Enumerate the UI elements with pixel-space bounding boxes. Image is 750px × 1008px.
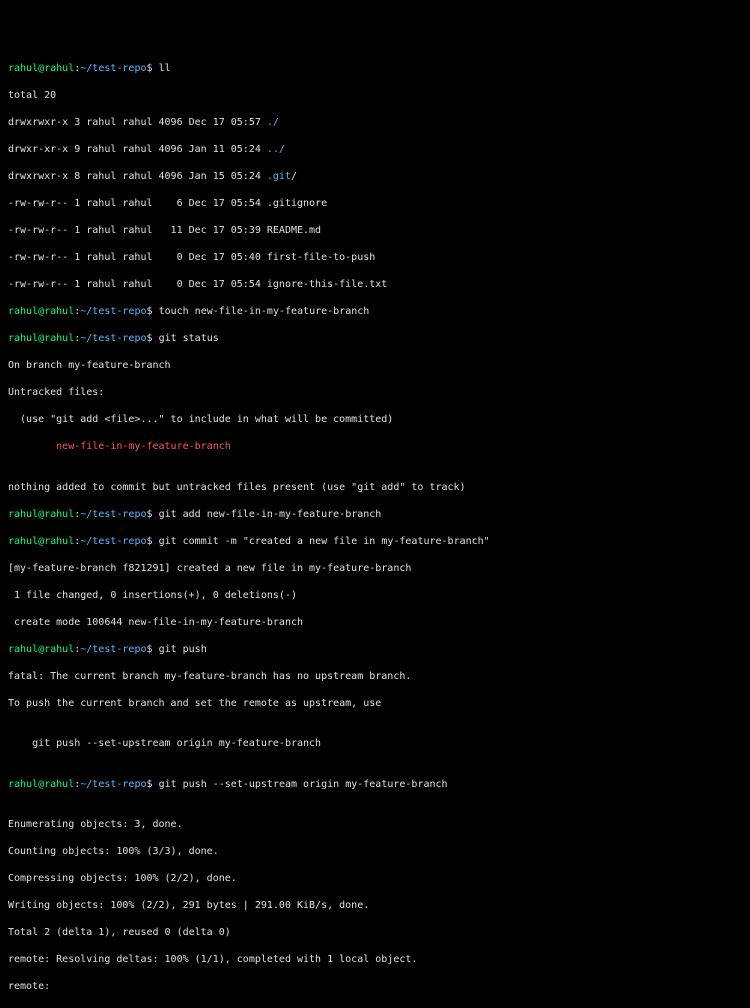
cmd-touch: touch new-file-in-my-feature-branch [159, 306, 370, 317]
prompt-line[interactable]: rahul@rahul:~/test-repo$ git commit -m "… [8, 535, 742, 549]
prompt-line[interactable]: rahul@rahul:~/test-repo$ git add new-fil… [8, 508, 742, 522]
cmd-ll: ll [159, 63, 171, 74]
cmd-push: git push [159, 644, 207, 655]
status-line: Untracked files: [8, 386, 742, 400]
ll-row: drwxrwxr-x 8 rahul rahul 4096 Jan 15 05:… [8, 170, 742, 184]
ll-row: drwxr-xr-x 9 rahul rahul 4096 Jan 11 05:… [8, 143, 742, 157]
push-err: To push the current branch and set the r… [8, 697, 742, 711]
push-err: fatal: The current branch my-feature-bra… [8, 670, 742, 684]
commit-line: create mode 100644 new-file-in-my-featur… [8, 616, 742, 630]
push-line: remote: Create a pull request for 'my-fe… [8, 1007, 742, 1008]
prompt-line[interactable]: rahul@rahul:~/test-repo$ ll [8, 62, 742, 76]
prompt-line[interactable]: rahul@rahul:~/test-repo$ git status [8, 332, 742, 346]
push-err: git push --set-upstream origin my-featur… [8, 737, 742, 751]
prompt-line[interactable]: rahul@rahul:~/test-repo$ git push [8, 643, 742, 657]
prompt-line[interactable]: rahul@rahul:~/test-repo$ touch new-file-… [8, 305, 742, 319]
push-line: Enumerating objects: 3, done. [8, 818, 742, 832]
cmd-add: git add new-file-in-my-feature-branch [159, 509, 382, 520]
status-line: nothing added to commit but untracked fi… [8, 481, 742, 495]
status-untracked: new-file-in-my-feature-branch [8, 440, 742, 454]
commit-line: [my-feature-branch f821291] created a ne… [8, 562, 742, 576]
push-line: Compressing objects: 100% (2/2), done. [8, 872, 742, 886]
prompt-sym: $ [147, 63, 153, 74]
ll-total: total 20 [8, 89, 742, 103]
push-line: Total 2 (delta 1), reused 0 (delta 0) [8, 926, 742, 940]
commit-line: 1 file changed, 0 insertions(+), 0 delet… [8, 589, 742, 603]
ll-row: -rw-rw-r-- 1 rahul rahul 6 Dec 17 05:54 … [8, 197, 742, 211]
prompt-user: rahul@rahul [8, 63, 74, 74]
cmd-status: git status [159, 333, 219, 344]
push-line: remote: [8, 980, 742, 994]
prompt-line[interactable]: rahul@rahul:~/test-repo$ git push --set-… [8, 778, 742, 792]
push-line: Writing objects: 100% (2/2), 291 bytes |… [8, 899, 742, 913]
cmd-push-upstream: git push --set-upstream origin my-featur… [159, 779, 448, 790]
ll-row: -rw-rw-r-- 1 rahul rahul 0 Dec 17 05:54 … [8, 278, 742, 292]
push-line: remote: Resolving deltas: 100% (1/1), co… [8, 953, 742, 967]
status-line: (use "git add <file>..." to include in w… [8, 413, 742, 427]
status-line: On branch my-feature-branch [8, 359, 742, 373]
ll-row: -rw-rw-r-- 1 rahul rahul 0 Dec 17 05:40 … [8, 251, 742, 265]
push-line: Counting objects: 100% (3/3), done. [8, 845, 742, 859]
ll-row: drwxrwxr-x 3 rahul rahul 4096 Dec 17 05:… [8, 116, 742, 130]
ll-row: -rw-rw-r-- 1 rahul rahul 11 Dec 17 05:39… [8, 224, 742, 238]
prompt-path: ~/test-repo [80, 63, 146, 74]
cmd-commit: git commit -m "created a new file in my-… [159, 536, 490, 547]
